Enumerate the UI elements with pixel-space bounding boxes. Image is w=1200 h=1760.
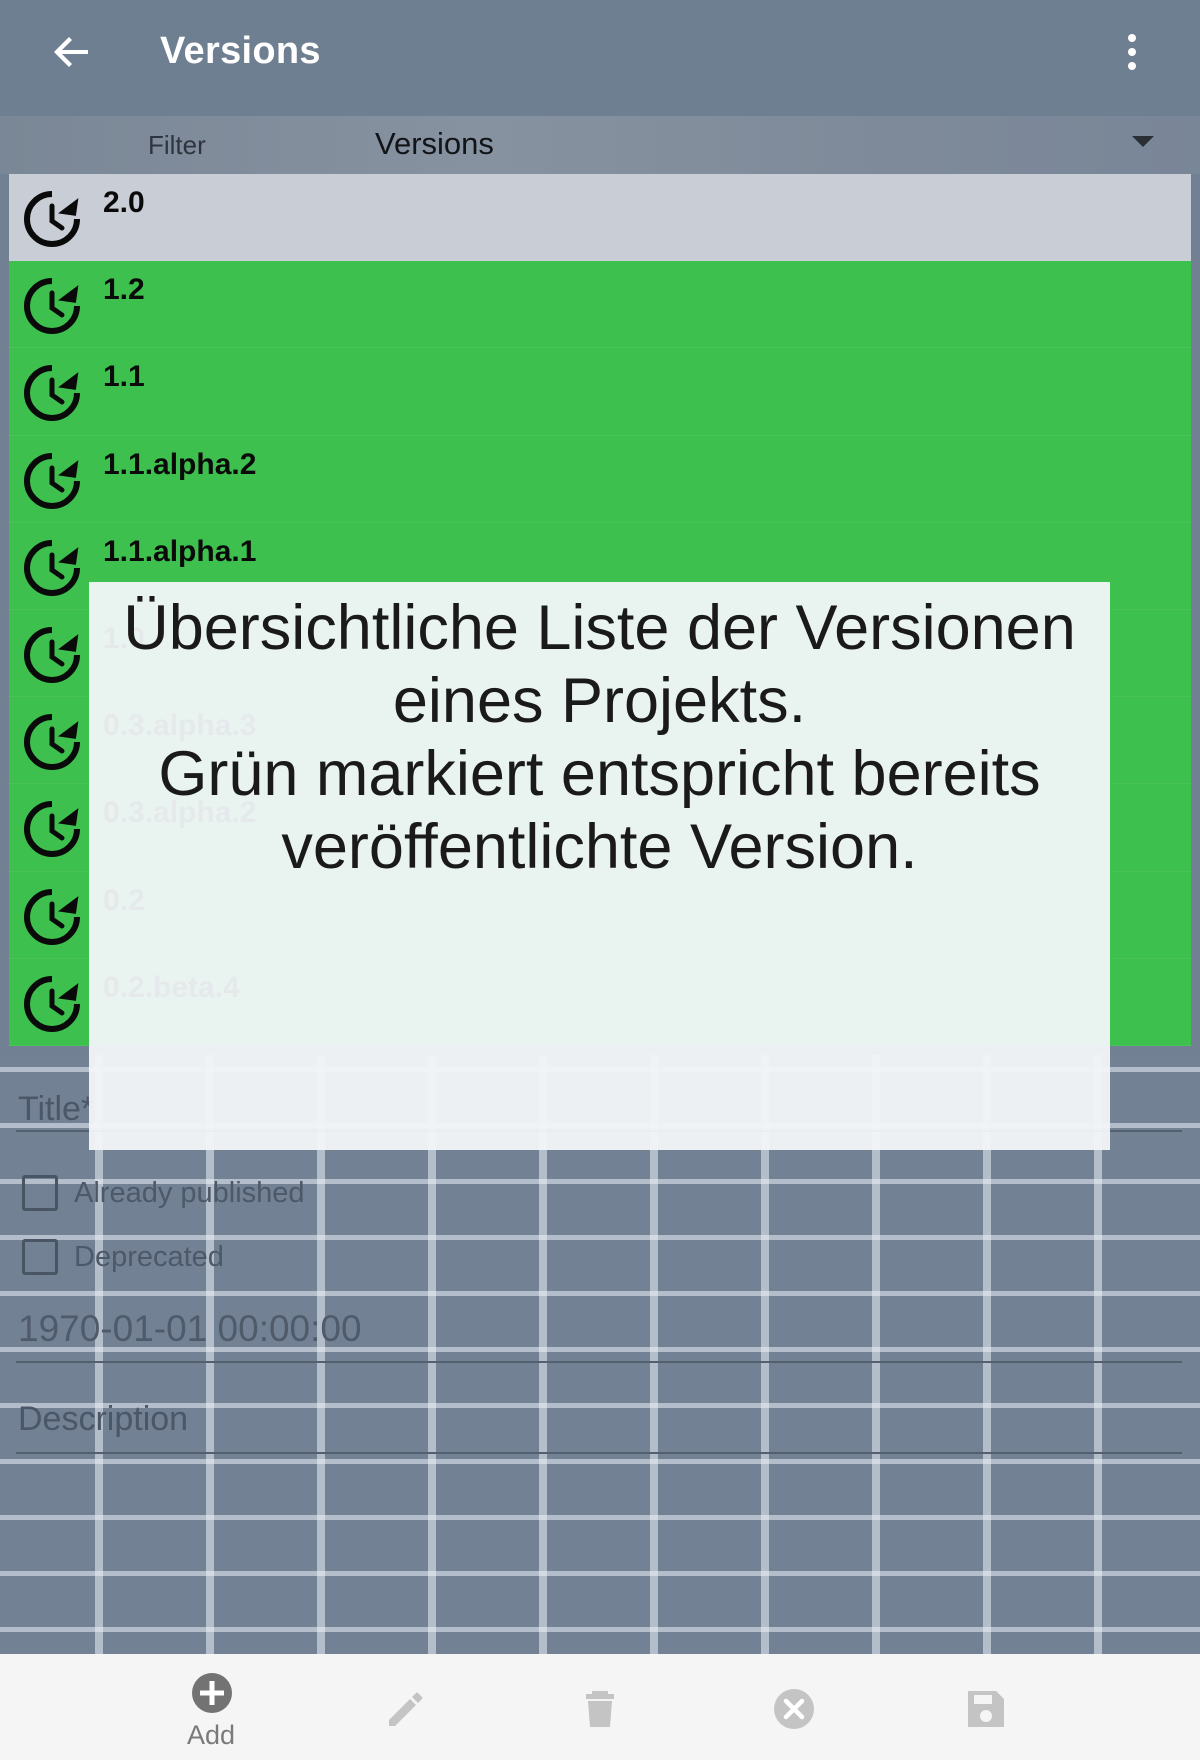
history-icon	[21, 711, 83, 773]
date-underline	[16, 1361, 1182, 1363]
version-item[interactable]: 2.0	[9, 174, 1191, 262]
version-label: 1.2	[103, 273, 145, 307]
title-label: Title	[18, 1090, 81, 1128]
history-icon	[21, 798, 83, 860]
back-arrow-icon[interactable]	[52, 32, 92, 72]
more-vert-icon[interactable]	[1122, 30, 1142, 74]
app-bar: Versions	[0, 0, 1200, 116]
title-field[interactable]: Title*	[18, 1090, 94, 1129]
edit-button[interactable]	[345, 1654, 465, 1760]
bottom-toolbar: Add	[0, 1654, 1200, 1760]
history-icon	[21, 275, 83, 337]
trash-icon	[579, 1688, 621, 1730]
cancel-circle-icon	[773, 1688, 815, 1730]
version-item[interactable]: 1.1	[9, 348, 1191, 436]
deprecated-label: Deprecated	[74, 1241, 224, 1273]
history-icon	[21, 450, 83, 512]
version-label: 1.1	[103, 360, 145, 394]
floppy-disk-icon	[965, 1688, 1007, 1730]
tooltip-text: Übersichtliche Liste der Versionen eines…	[123, 593, 1076, 882]
history-icon	[21, 624, 83, 686]
version-item[interactable]: 1.2	[9, 261, 1191, 349]
description-underline	[16, 1452, 1182, 1454]
page-title: Versions	[160, 30, 321, 72]
chevron-down-icon	[1132, 136, 1154, 147]
history-icon	[21, 973, 83, 1035]
filter-value: Versions	[375, 126, 494, 161]
history-icon	[21, 188, 83, 250]
save-button[interactable]	[925, 1654, 1045, 1760]
version-label: 1.1.alpha.1	[103, 534, 257, 568]
already-published-label: Already published	[74, 1177, 305, 1209]
add-label: Add	[186, 1720, 236, 1750]
cancel-button[interactable]	[733, 1654, 853, 1760]
version-item[interactable]: 1.1.alpha.2	[9, 436, 1191, 523]
history-icon	[21, 362, 83, 424]
tutorial-tooltip[interactable]: Übersichtliche Liste der Versionen eines…	[89, 582, 1110, 1150]
history-icon	[21, 537, 83, 599]
filter-dropdown[interactable]: Filter Versions	[0, 116, 1200, 174]
pencil-icon	[385, 1688, 427, 1730]
filter-label: Filter	[148, 130, 206, 160]
already-published-checkbox[interactable]	[22, 1175, 58, 1211]
history-icon	[21, 886, 83, 948]
add-circle-icon	[191, 1672, 233, 1714]
version-label: 1.1.alpha.2	[103, 447, 257, 481]
version-label: 2.0	[103, 186, 145, 219]
date-field[interactable]: 1970-01-01 00:00:00	[18, 1308, 362, 1350]
deprecated-checkbox[interactable]	[22, 1239, 58, 1275]
delete-button[interactable]	[539, 1654, 659, 1760]
description-field[interactable]: Description	[18, 1400, 188, 1439]
add-button[interactable]: Add	[151, 1654, 271, 1760]
